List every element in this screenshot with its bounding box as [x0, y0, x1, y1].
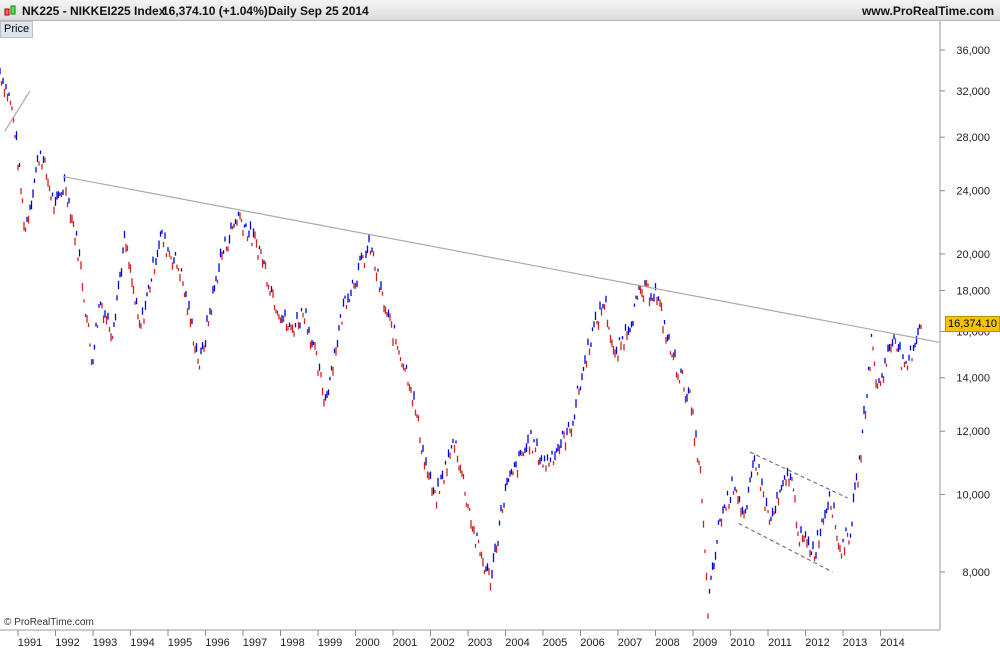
chart-header: NK225 - NIKKEI225 Index 16,374.10 (+1.04… [0, 0, 1000, 21]
symbol-title: NK225 - NIKKEI225 Index [22, 4, 166, 18]
price-chart: 36,00032,00028,00024,00020,00018,00016,0… [0, 20, 990, 649]
x-tick-label: 1996 [205, 637, 229, 649]
x-tick-label: 2006 [580, 637, 604, 649]
last-value-badge: 16,374.10 [945, 316, 1000, 332]
x-tick-label: 2004 [505, 637, 529, 649]
candlestick-icon [4, 5, 18, 20]
trendline-long-term-resistance[interactable] [62, 175, 941, 343]
y-tick-label: 14,000 [956, 373, 990, 385]
last-price: 16,374.10 (+1.04%) [162, 4, 268, 18]
x-tick-label: 1992 [55, 637, 79, 649]
y-tick-label: 20,000 [956, 249, 990, 261]
y-tick-label: 18,000 [956, 286, 990, 298]
x-tick-label: 2014 [880, 637, 904, 649]
y-tick-label: 36,000 [956, 45, 990, 57]
y-tick-label: 8,000 [962, 567, 990, 579]
trendline-channel-upper[interactable] [749, 451, 848, 499]
x-tick-label: 2011 [768, 637, 792, 649]
x-tick-label: 2007 [618, 637, 642, 649]
x-tick-label: 1997 [243, 637, 267, 649]
x-tick-label: 2012 [805, 637, 829, 649]
x-tick-label: 1993 [93, 637, 117, 649]
x-tick-label: 2005 [543, 637, 567, 649]
x-tick-label: 1995 [168, 637, 192, 649]
x-tick-label: 2003 [468, 637, 492, 649]
x-tick-label: 2013 [843, 637, 867, 649]
x-tick-label: 2009 [693, 637, 717, 649]
x-tick-label: 1991 [18, 637, 42, 649]
x-tick-label: 2001 [393, 637, 417, 649]
y-tick-label: 12,000 [956, 426, 990, 438]
y-tick-label: 10,000 [956, 489, 990, 501]
copyright: © ProRealTime.com [4, 617, 94, 628]
x-tick-label: 2008 [655, 637, 679, 649]
x-tick-label: 2002 [430, 637, 454, 649]
x-tick-label: 2000 [355, 637, 379, 649]
trendline-early-trend[interactable] [4, 90, 31, 132]
y-tick-label: 24,000 [956, 186, 990, 198]
x-tick-label: 2010 [730, 637, 754, 649]
x-tick-label: 1999 [318, 637, 342, 649]
y-tick-label: 28,000 [956, 132, 990, 144]
y-tick-label: 32,000 [956, 86, 990, 98]
site-link[interactable]: www.ProRealTime.com [862, 4, 994, 18]
x-tick-label: 1998 [280, 637, 304, 649]
date: Sep 25 2014 [300, 4, 369, 18]
x-tick-label: 1994 [130, 637, 154, 649]
price-panel-label[interactable]: Price [0, 21, 34, 38]
period: Daily [268, 4, 297, 18]
